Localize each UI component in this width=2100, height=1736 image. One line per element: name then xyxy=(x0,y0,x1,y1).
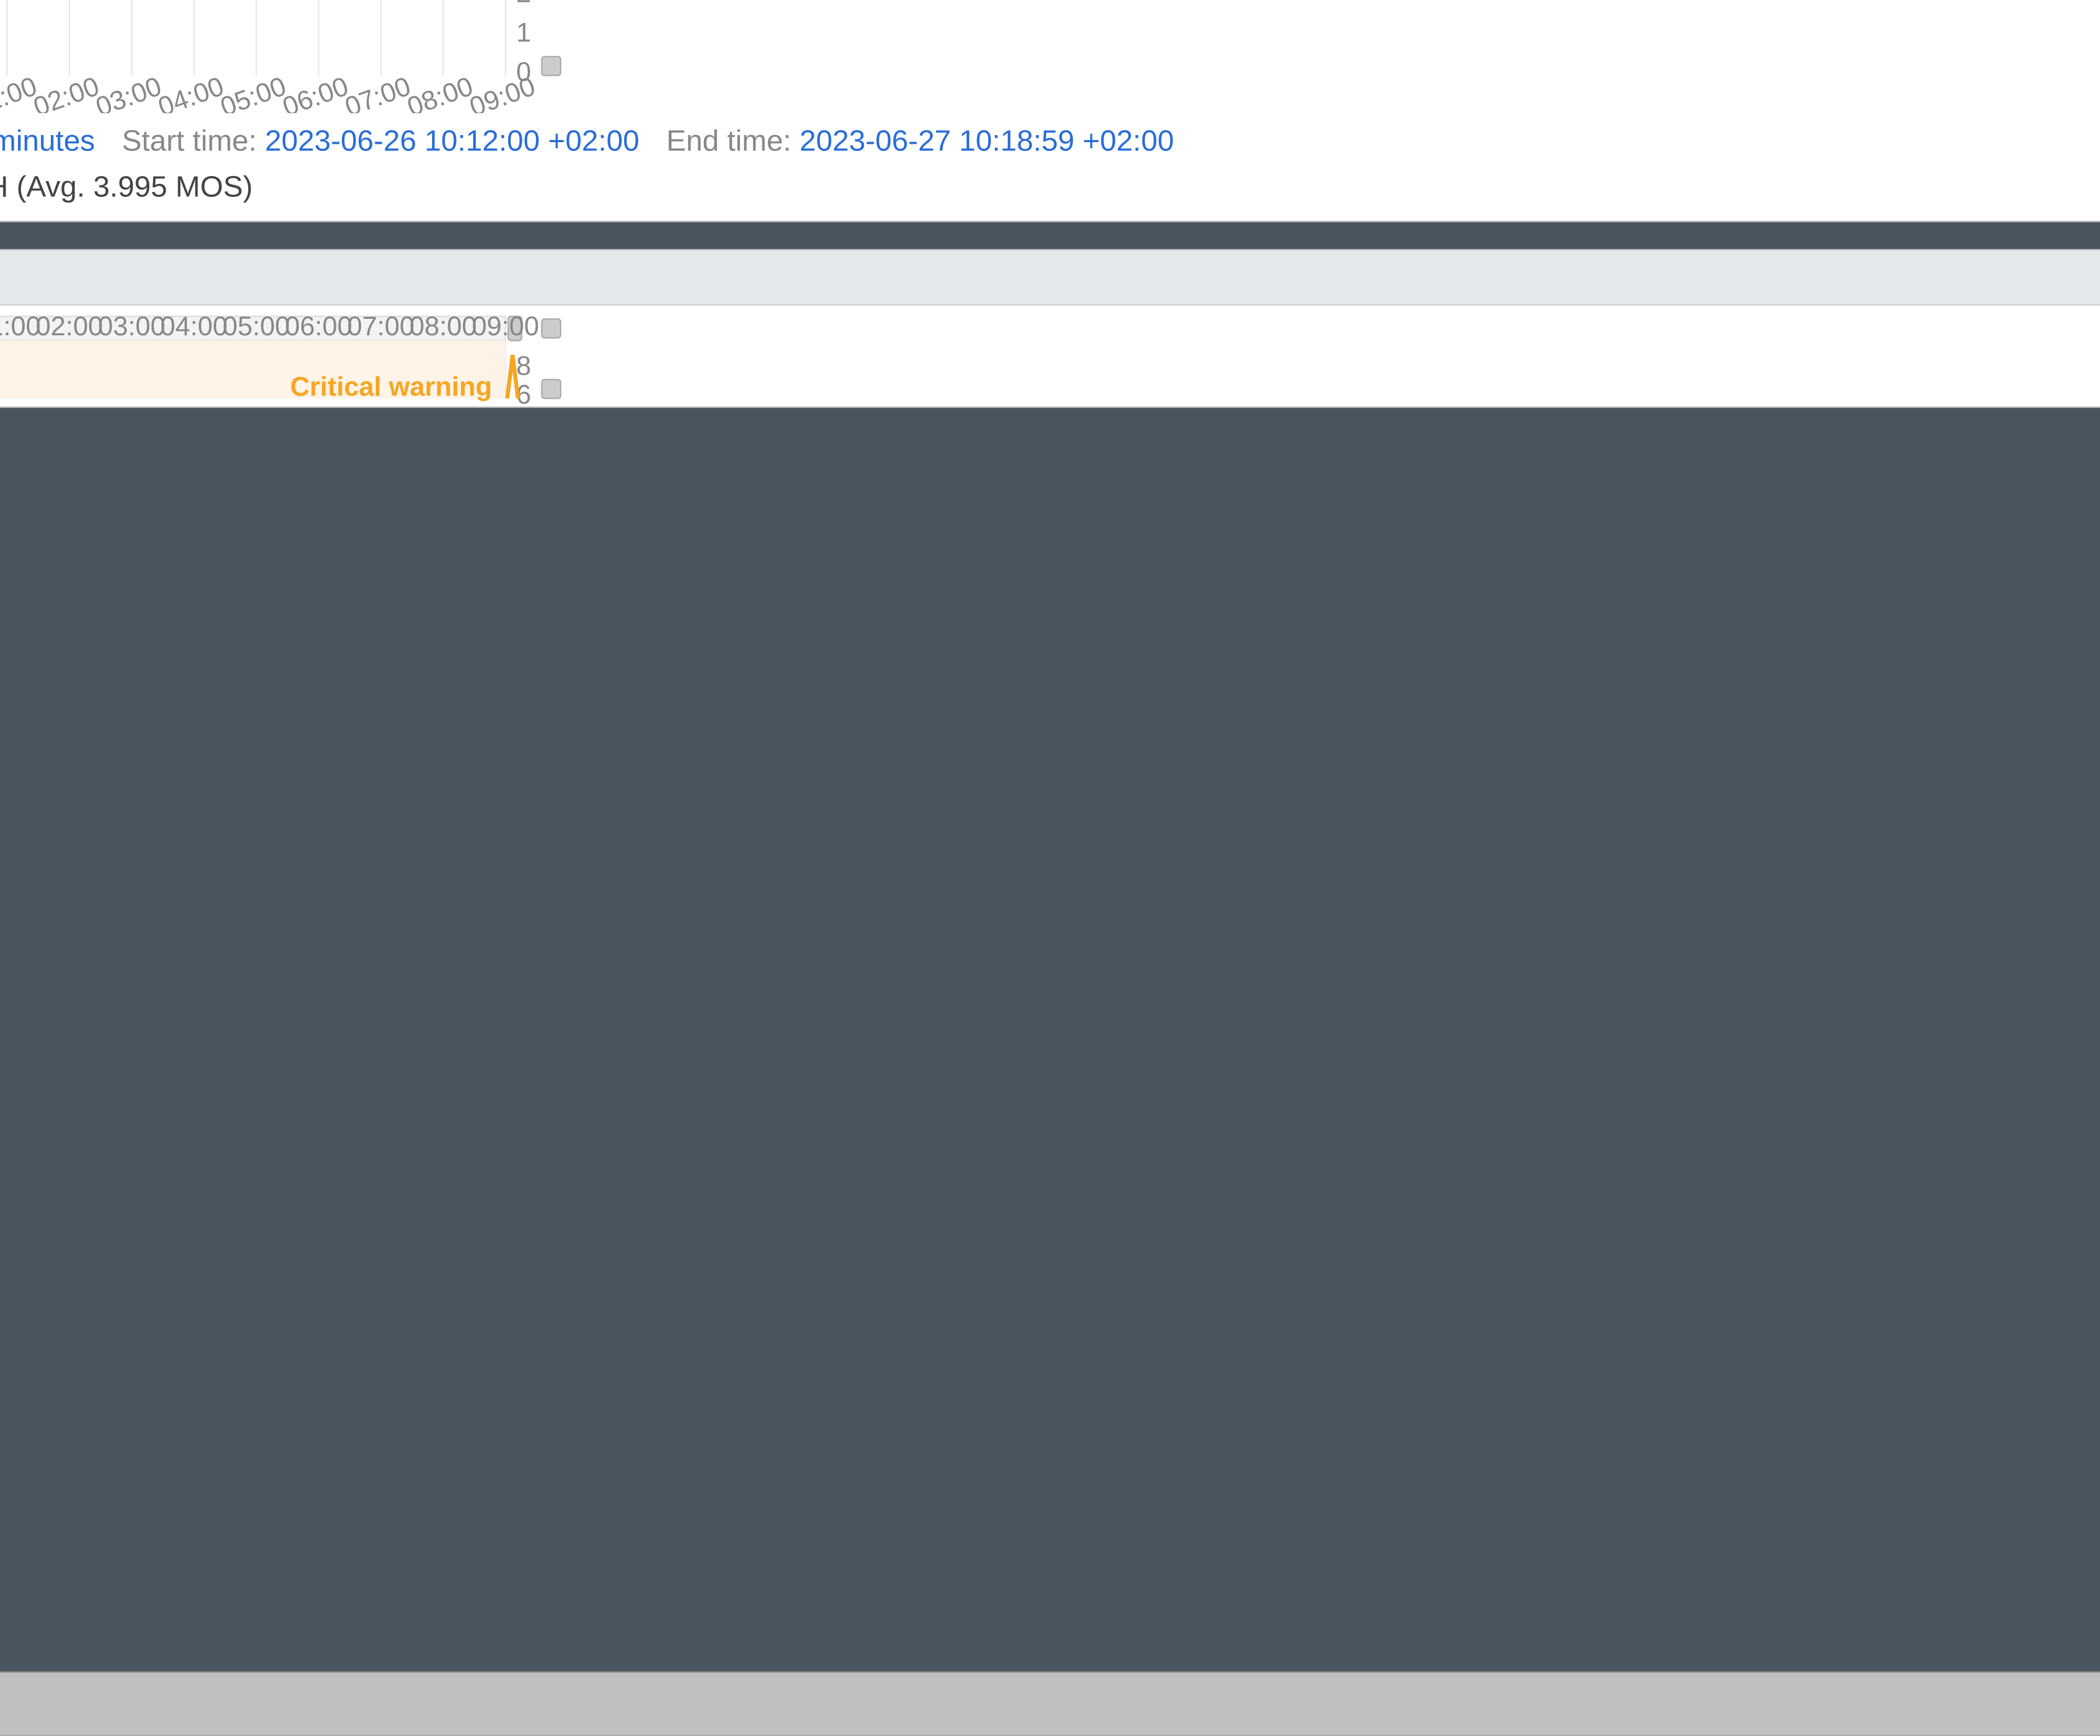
mos-chart-panel: MOS Estimate / Average 👁 ❐ ⟳ ⤢ 10:0010:0… xyxy=(0,0,2100,222)
svg-text:Critical warning: Critical warning xyxy=(290,371,492,401)
svg-text:03:00: 03:00 xyxy=(92,71,165,113)
svg-text:09:00: 09:00 xyxy=(472,311,539,341)
svg-text:07:00: 07:00 xyxy=(347,311,415,341)
svg-text:04:00: 04:00 xyxy=(154,71,228,113)
legend-entry[interactable]: GJ BT - GJ-201 BH (Avg. 3.995 MOS) xyxy=(0,170,253,205)
svg-text:2: 2 xyxy=(516,0,531,8)
measurements-window: MEASUREMENTS ✕ Time span ✎ ◀ 🕘 ▶ xyxy=(0,0,2100,1736)
lost-chart[interactable]: 10:0011:0012:0013:0014:0015:0016:0017:00… xyxy=(0,306,566,407)
svg-text:06:00: 06:00 xyxy=(279,71,352,113)
svg-text:08:00: 08:00 xyxy=(410,311,477,341)
svg-text:8: 8 xyxy=(516,351,531,381)
svg-text:06:00: 06:00 xyxy=(285,311,352,341)
svg-text:0: 0 xyxy=(516,57,531,87)
svg-text:03:00: 03:00 xyxy=(98,311,165,341)
mos-chart[interactable]: 10:0010:0011:0011:0012:0012:0013:0013:00… xyxy=(0,0,566,113)
meta-label: End time: xyxy=(666,124,791,158)
meta-label: Start time: xyxy=(122,124,257,158)
svg-text:05:00: 05:00 xyxy=(223,311,290,341)
meta-value: 2023-06-26 10:12:00 +02:00 xyxy=(265,124,640,158)
main-charts: Throughput / Average 👁 ❐ ⟳ ⤢ 10:0010:001… xyxy=(0,0,2100,1736)
svg-text:08:00: 08:00 xyxy=(403,71,476,113)
svg-text:07:00: 07:00 xyxy=(341,71,415,113)
svg-text:1: 1 xyxy=(516,18,531,48)
svg-text:04:00: 04:00 xyxy=(160,311,228,341)
meta-value: 2023-06-27 10:18:59 +02:00 xyxy=(800,124,1174,158)
svg-text:05:00: 05:00 xyxy=(217,71,290,113)
svg-text:01:00: 01:00 xyxy=(0,311,41,341)
legend-label: GJ BT - GJ-201 BH (Avg. 3.995 MOS) xyxy=(0,170,253,203)
svg-text:02:00: 02:00 xyxy=(30,71,103,113)
footer-bar: 📄 ✉ ✕ CLOSE xyxy=(0,1671,2100,1736)
meta-value: 05 minutes xyxy=(0,124,95,158)
svg-text:02:00: 02:00 xyxy=(36,311,103,341)
lost-chart-panel: Lost packets / Sum 👁 ❐ ⟳ ⤢ 10:0011:0012:… xyxy=(0,249,2100,407)
